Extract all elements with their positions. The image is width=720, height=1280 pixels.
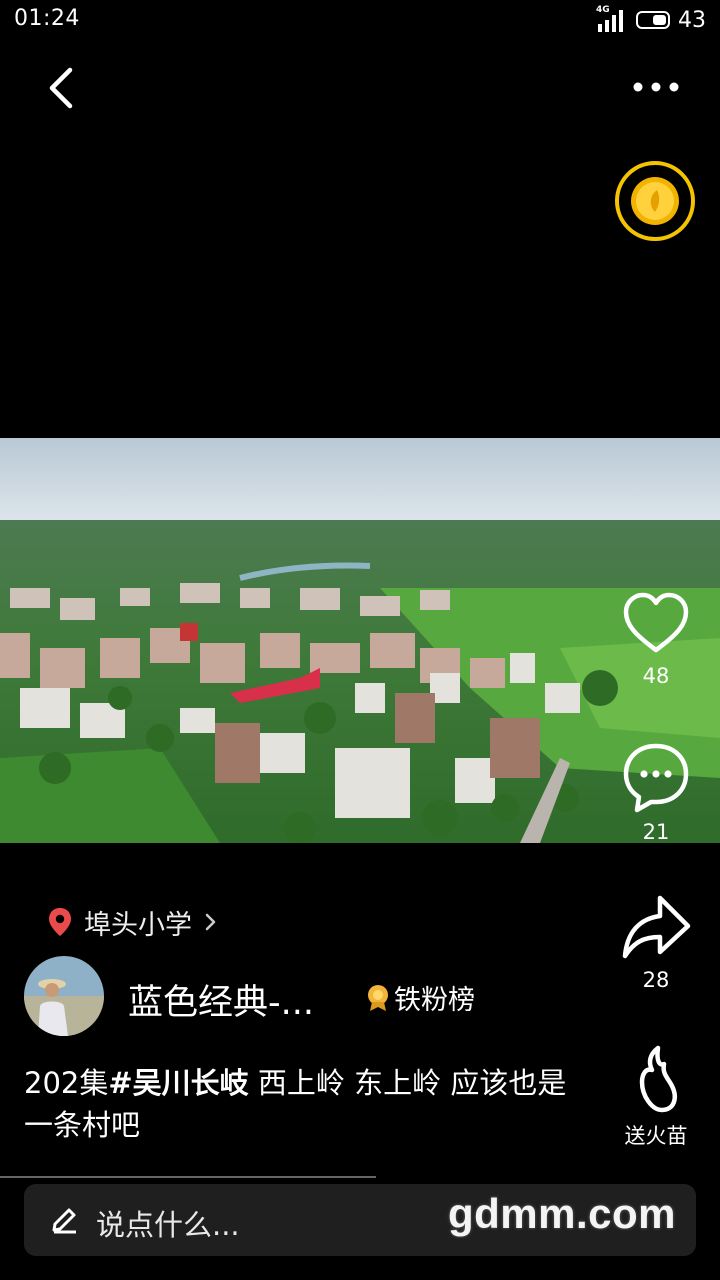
avatar-image xyxy=(24,956,104,1036)
location-tag[interactable]: 埠头小学 xyxy=(48,904,218,941)
like-button[interactable]: 48 xyxy=(606,588,706,688)
location-label: 埠头小学 xyxy=(84,909,192,941)
flame-icon xyxy=(639,1045,677,1113)
comment-placeholder: 说点什么... xyxy=(96,1208,240,1242)
battery-level: 43 xyxy=(678,7,706,33)
medal-icon xyxy=(368,984,388,1011)
comment-count: 21 xyxy=(642,820,670,844)
more-button[interactable] xyxy=(626,72,686,102)
status-bar: 01:24 4G 43 xyxy=(0,0,720,40)
author-name[interactable]: 蓝色经典-... xyxy=(128,974,314,1025)
comment-bubble-icon xyxy=(623,743,689,813)
video-caption: 202集#吴川长岐 西上岭 东上岭 应该也是一条村吧 xyxy=(24,1062,584,1146)
chevron-left-icon xyxy=(49,67,73,109)
network-type: 4G xyxy=(596,5,610,15)
gold-coin-icon xyxy=(615,161,695,241)
avatar[interactable] xyxy=(24,956,104,1036)
caption-hashtag[interactable]: #吴川长岐 xyxy=(108,1066,248,1100)
back-button[interactable] xyxy=(40,62,88,114)
fan-ranking-link[interactable]: 铁粉榜 xyxy=(366,978,475,1017)
fan-ranking-label: 铁粉榜 xyxy=(394,985,475,1016)
video-progress-bar[interactable] xyxy=(0,1176,376,1178)
watermark: gdmm.com xyxy=(448,1190,677,1237)
chevron-right-icon xyxy=(205,913,216,931)
pencil-icon xyxy=(52,1208,76,1234)
signal-icon: 4G xyxy=(596,5,628,32)
clock: 01:24 xyxy=(14,6,80,31)
location-pin-icon xyxy=(49,908,71,936)
share-button[interactable]: 28 xyxy=(606,892,706,992)
heart-icon xyxy=(623,592,689,653)
coin-reward-button[interactable] xyxy=(614,160,696,242)
comment-button[interactable]: 21 xyxy=(606,740,706,844)
share-arrow-icon xyxy=(622,895,691,959)
more-horizontal-icon xyxy=(633,82,679,92)
gift-label: 送火苗 xyxy=(624,1124,688,1148)
status-icons: 4G 43 xyxy=(596,5,706,34)
send-flame-button[interactable]: 送火苗 xyxy=(606,1044,706,1150)
caption-prefix: 202集 xyxy=(24,1066,109,1100)
share-count: 28 xyxy=(642,968,670,992)
like-count: 48 xyxy=(642,664,670,688)
battery-icon xyxy=(636,11,670,29)
